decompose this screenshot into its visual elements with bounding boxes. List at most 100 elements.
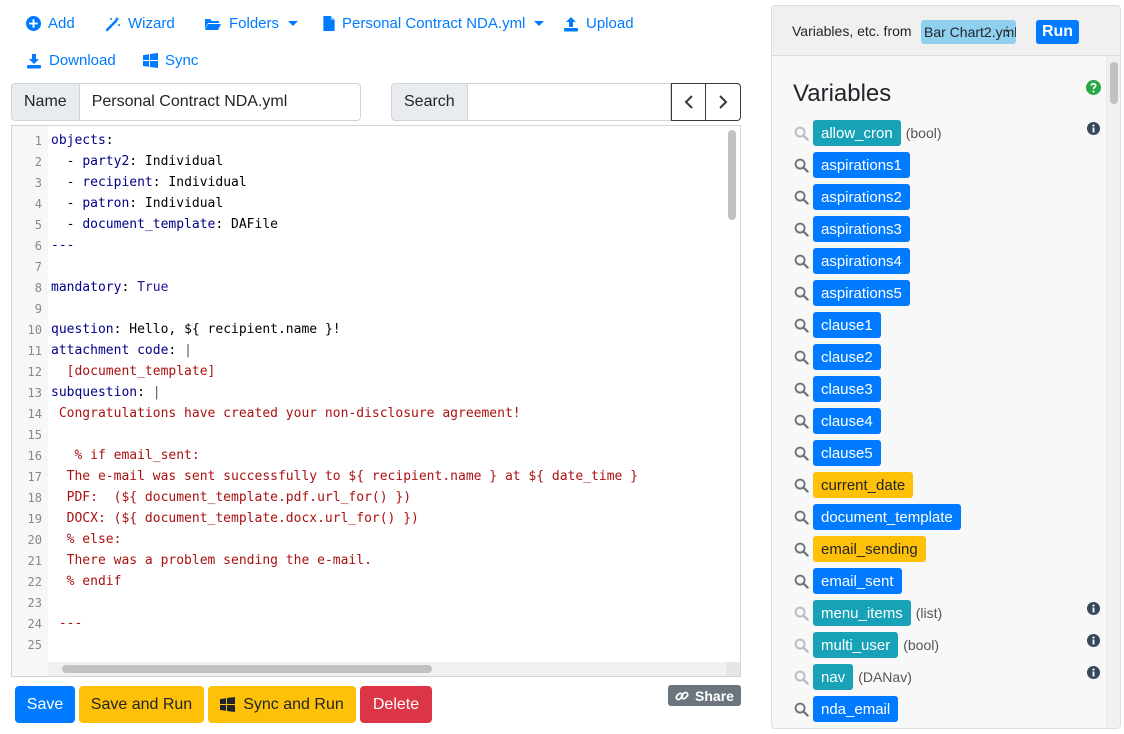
sync-button[interactable]: Sync — [143, 52, 198, 69]
code-token: % if email_sent: — [51, 448, 200, 463]
line-number: 1 — [34, 133, 42, 148]
variable-row: clause5 — [794, 440, 881, 466]
panel-scrollbar[interactable] — [1110, 62, 1118, 104]
variable-tag[interactable]: aspirations1 — [813, 152, 910, 178]
variable-tag[interactable]: nda_email — [813, 696, 899, 722]
code-text: - recipient: Individual — [51, 175, 247, 190]
wizard-button[interactable]: Wizard — [105, 15, 175, 32]
variable-tag[interactable]: menu_items — [813, 600, 911, 626]
search-icon[interactable] — [794, 606, 809, 621]
code-token: % else: — [51, 532, 122, 547]
download-icon — [27, 53, 41, 68]
add-button[interactable]: Add — [26, 15, 75, 32]
variable-tag[interactable]: aspirations3 — [813, 216, 910, 242]
code-line: 4 - patron: Individual — [12, 193, 740, 214]
search-icon[interactable] — [794, 286, 809, 301]
editor-vertical-scrollbar[interactable] — [728, 130, 736, 220]
variable-tag[interactable]: document_template — [813, 504, 961, 530]
info-circle-icon[interactable] — [1087, 122, 1100, 140]
code-text: % endif — [51, 574, 122, 589]
variable-tag[interactable]: allow_cron — [813, 120, 901, 146]
search-icon[interactable] — [794, 318, 809, 333]
sync-and-run-button[interactable]: Sync and Run — [208, 686, 356, 723]
question-circle-icon[interactable] — [1086, 80, 1101, 95]
code-text: objects: — [51, 133, 114, 148]
variable-type: (DANav) — [858, 669, 912, 685]
search-next-button[interactable] — [706, 83, 741, 121]
search-icon[interactable] — [794, 574, 809, 589]
chevron-left-icon — [684, 95, 693, 109]
variable-tag[interactable]: aspirations4 — [813, 248, 910, 274]
search-icon[interactable] — [794, 350, 809, 365]
variables-panel: Variables, etc. from Bar Chart2.yml ⋮ Ru… — [771, 5, 1121, 729]
variable-row: nda_email — [794, 696, 899, 722]
code-token: : Individual — [129, 154, 224, 169]
editor-horizontal-scrollbar[interactable] — [62, 665, 432, 673]
code-token: document_template — [82, 217, 216, 232]
code-line: 24 --- — [12, 613, 740, 634]
info-circle-icon[interactable] — [1087, 602, 1100, 620]
delete-button[interactable]: Delete — [360, 686, 432, 723]
name-input[interactable]: Personal Contract NDA.yml — [79, 83, 361, 121]
name-input-group: Name Personal Contract NDA.yml — [11, 83, 361, 121]
search-icon[interactable] — [794, 702, 809, 717]
panel-run-button[interactable]: Run — [1036, 20, 1079, 44]
code-text: % if email_sent: — [51, 448, 200, 463]
variable-tag[interactable]: nav — [813, 664, 854, 690]
code-token: : Individual — [129, 196, 224, 211]
code-line: 16 % if email_sent: — [12, 445, 740, 466]
code-text: - party2: Individual — [51, 154, 224, 169]
search-icon[interactable] — [794, 382, 809, 397]
download-label: Download — [49, 52, 116, 69]
search-icon[interactable] — [794, 414, 809, 429]
code-editor[interactable]: 1 objects: 2 - party2: Individual 3 - recip… — [11, 125, 741, 677]
code-token: : — [121, 280, 138, 295]
code-line: 3 - recipient: Individual — [12, 172, 740, 193]
search-icon[interactable] — [794, 190, 809, 205]
variable-tag[interactable]: aspirations5 — [813, 280, 910, 306]
variable-tag[interactable]: clause1 — [813, 312, 881, 338]
info-circle-icon[interactable] — [1087, 666, 1100, 684]
file-dropdown[interactable]: Personal Contract NDA.yml — [323, 15, 545, 32]
download-button[interactable]: Download — [26, 52, 116, 69]
code-line: 23 — [12, 592, 740, 613]
search-icon[interactable] — [794, 222, 809, 237]
save-and-run-button[interactable]: Save and Run — [79, 686, 204, 723]
variable-tag[interactable]: clause2 — [813, 344, 881, 370]
variable-tag[interactable]: email_sent — [813, 568, 902, 594]
windows-icon — [143, 53, 158, 68]
search-icon[interactable] — [794, 478, 809, 493]
variable-tag[interactable]: aspirations2 — [813, 184, 910, 210]
save-button[interactable]: Save — [15, 686, 75, 723]
search-icon[interactable] — [794, 254, 809, 269]
search-icon[interactable] — [794, 510, 809, 525]
variable-type: (bool) — [903, 637, 939, 653]
magic-wand-icon — [105, 16, 120, 31]
variable-tag[interactable]: current_date — [813, 472, 914, 498]
folders-dropdown[interactable]: Folders — [204, 15, 299, 32]
variables-file-select[interactable]: Bar Chart2.yml ⋮ — [921, 20, 1016, 44]
code-token: --- — [51, 238, 75, 253]
variable-tag[interactable]: multi_user — [813, 632, 899, 658]
upload-button[interactable]: Upload — [563, 15, 634, 32]
search-icon[interactable] — [794, 158, 809, 173]
code-text: The e-mail was sent successfully to ${ r… — [51, 469, 638, 484]
search-icon[interactable] — [794, 126, 809, 141]
search-input[interactable] — [467, 83, 671, 121]
variable-tag[interactable]: clause3 — [813, 376, 881, 402]
line-number: 15 — [27, 427, 42, 442]
search-previous-button[interactable] — [671, 83, 706, 121]
search-icon[interactable] — [794, 542, 809, 557]
search-icon[interactable] — [794, 638, 809, 653]
share-button[interactable]: Share — [668, 685, 741, 706]
windows-icon — [220, 697, 236, 712]
variable-tag[interactable]: email_sending — [813, 536, 926, 562]
variable-tag[interactable]: clause4 — [813, 408, 881, 434]
code-token: : DAFile — [215, 217, 278, 232]
search-icon[interactable] — [794, 670, 809, 685]
variable-tag[interactable]: clause5 — [813, 440, 881, 466]
info-circle-icon[interactable] — [1087, 634, 1100, 652]
search-icon[interactable] — [794, 446, 809, 461]
line-number: 9 — [34, 301, 42, 316]
variable-row: clause4 — [794, 408, 881, 434]
